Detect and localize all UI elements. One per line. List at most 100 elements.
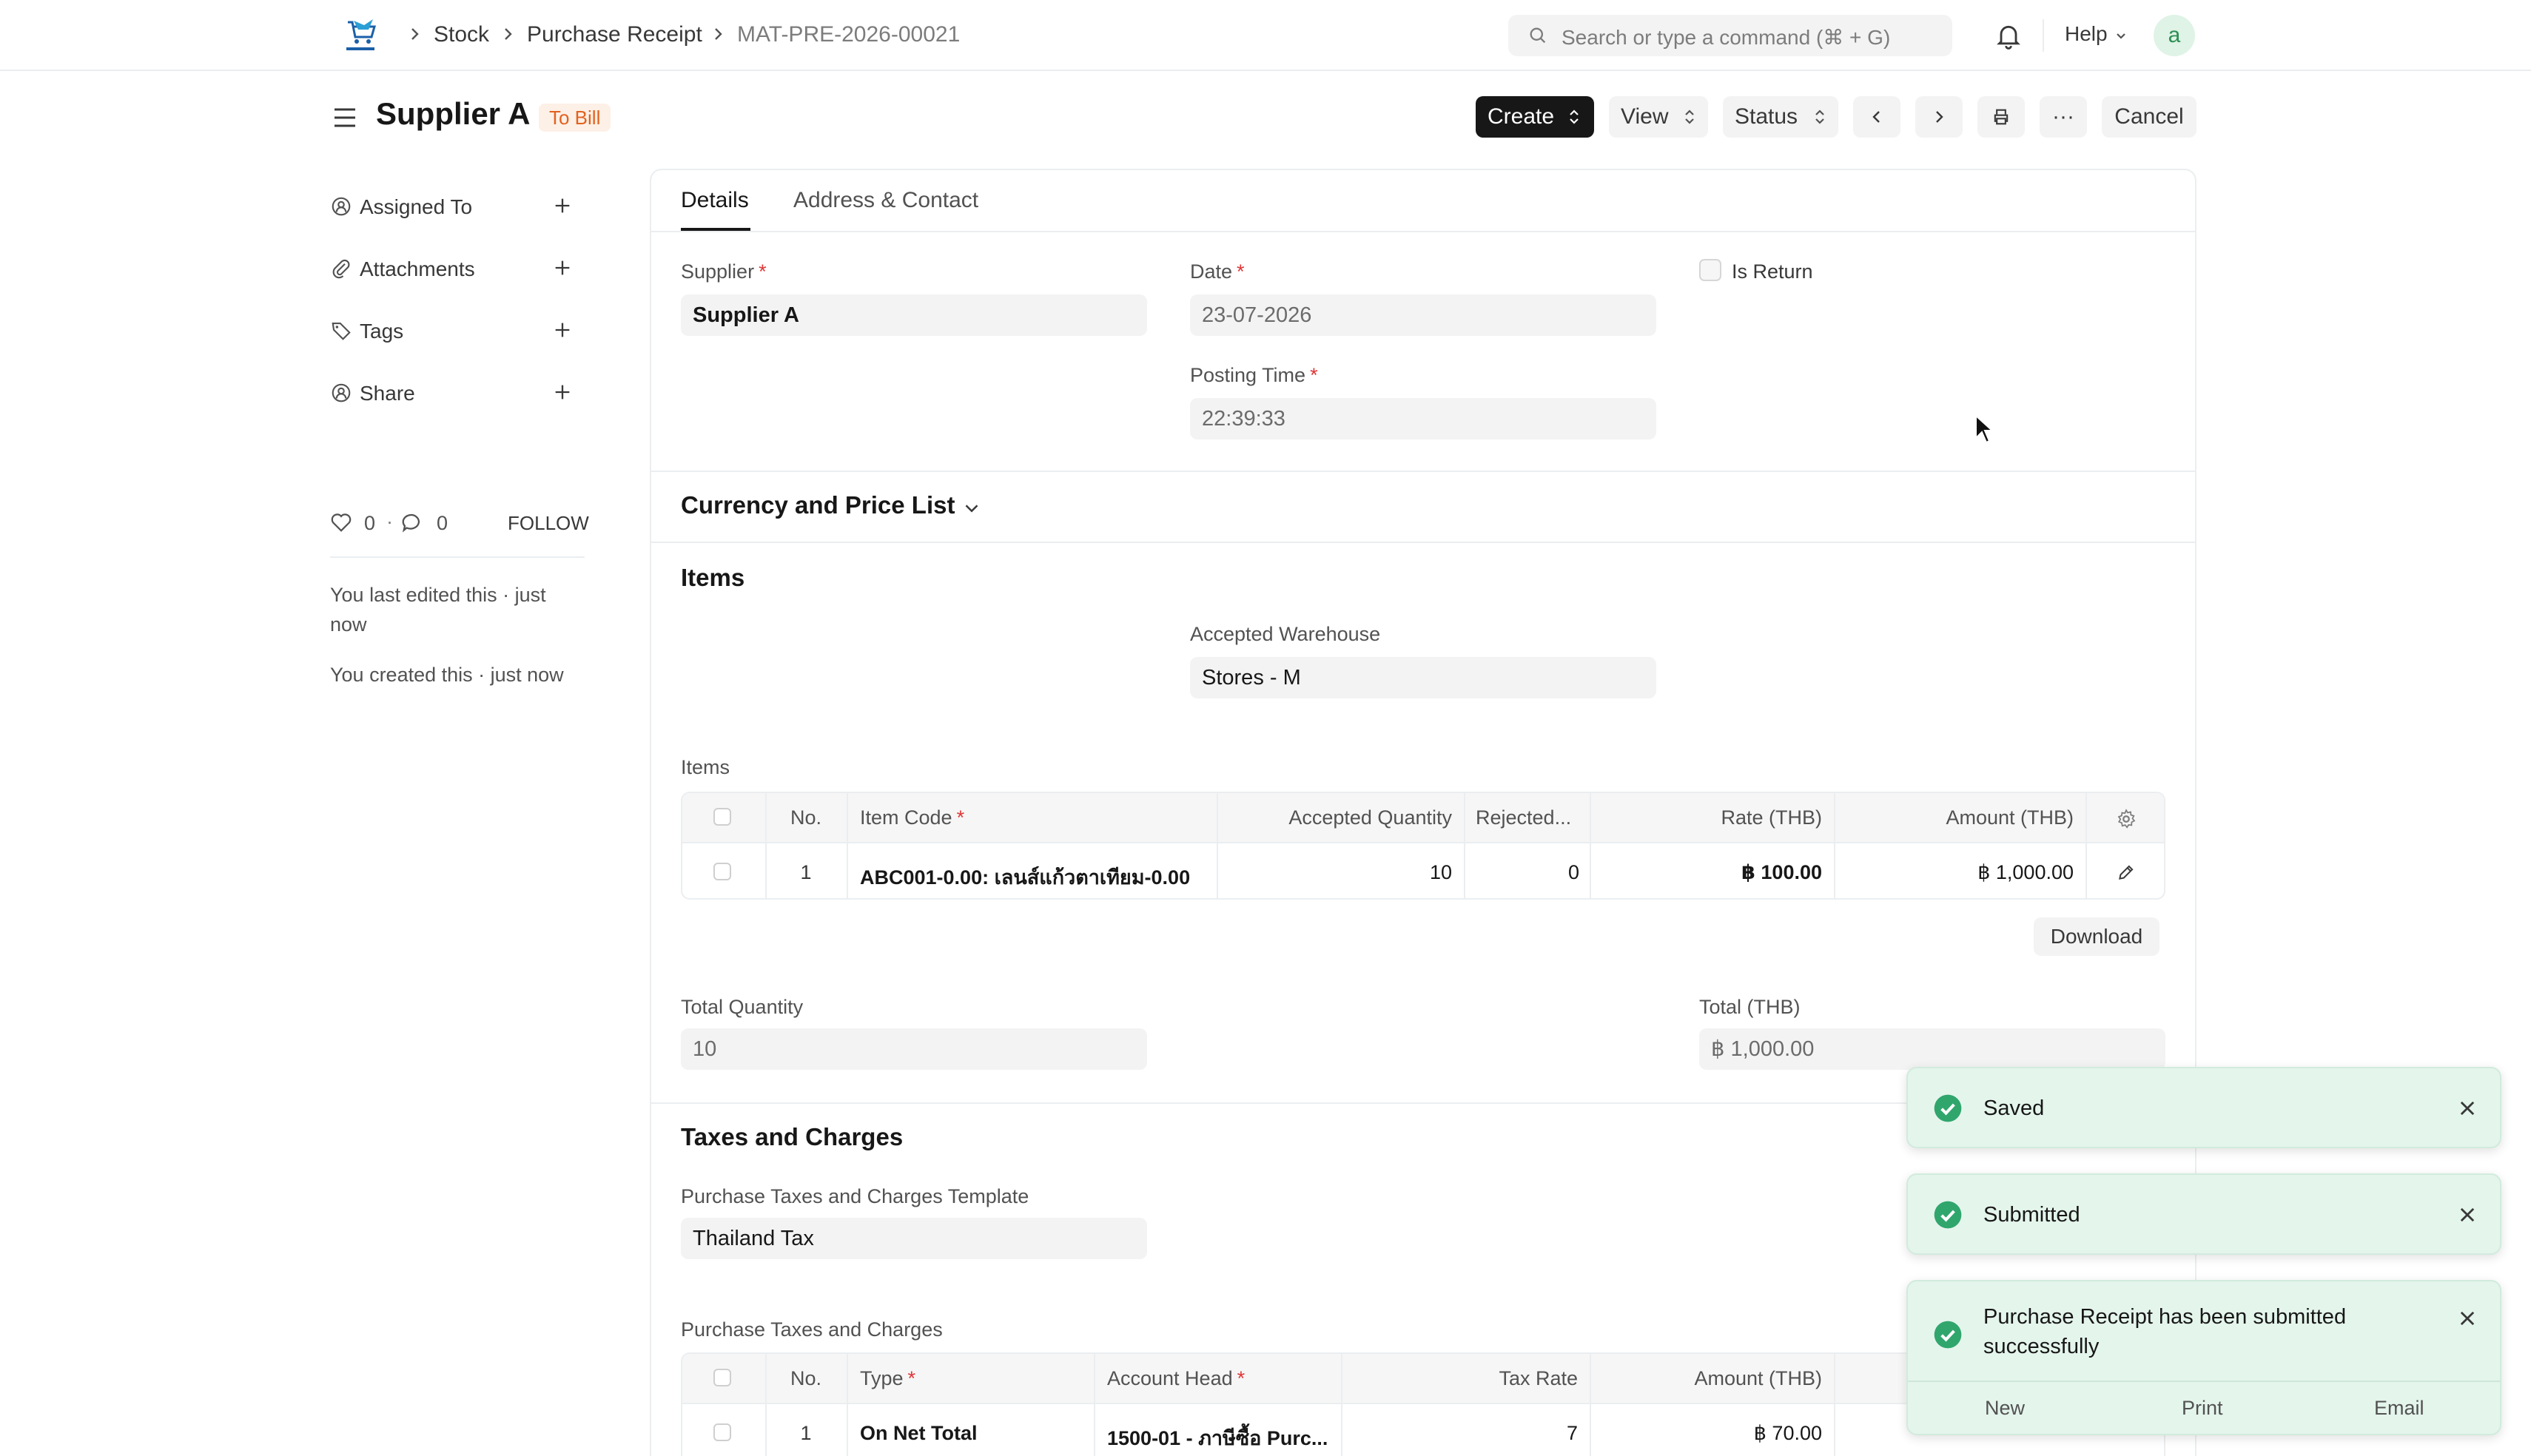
sidebar-item-label: Tags xyxy=(360,320,404,343)
sidebar-item-assigned-to[interactable]: Assigned To xyxy=(330,192,574,222)
row-rejected[interactable]: 0 xyxy=(1476,861,1579,884)
col-header-no: No. xyxy=(790,1367,822,1389)
add-assignee-icon[interactable] xyxy=(552,195,573,216)
supplier-label: Supplier * xyxy=(681,260,767,283)
row-checkbox[interactable] xyxy=(713,1423,731,1441)
avatar-letter: a xyxy=(2168,23,2181,47)
close-icon[interactable] xyxy=(2457,1098,2478,1119)
create-button[interactable]: Create xyxy=(1476,96,1594,138)
download-label: Download xyxy=(2050,925,2143,948)
notifications-button[interactable] xyxy=(1994,21,2023,50)
add-tag-icon[interactable] xyxy=(552,320,573,340)
chevron-right-icon xyxy=(1936,111,1943,123)
check-circle-icon xyxy=(1934,1201,1962,1229)
check-circle-icon xyxy=(1934,1321,1962,1349)
search-icon xyxy=(1530,27,1546,44)
status-label: Status xyxy=(1735,104,1798,129)
view-button[interactable]: View xyxy=(1609,96,1708,138)
close-icon[interactable] xyxy=(2457,1308,2478,1329)
row-accepted-qty[interactable]: 10 xyxy=(1223,861,1452,884)
row-item-code[interactable]: ABC001-0.00: เลนส์แก้วตาเทียม-0.00 xyxy=(860,861,1208,893)
breadcrumb-stock[interactable]: Stock xyxy=(434,22,489,47)
chevron-right-icon xyxy=(715,28,722,40)
is-return-checkbox[interactable] xyxy=(1699,259,1721,281)
tag-icon xyxy=(332,322,351,340)
col-header-rejected: Rejected... xyxy=(1476,806,1572,829)
toast-action-email[interactable]: Email xyxy=(2374,1397,2424,1420)
last-edited-note-cont: now xyxy=(330,613,367,636)
row-checkbox[interactable] xyxy=(713,863,731,880)
comment-count: 0 xyxy=(437,512,448,534)
app-logo[interactable] xyxy=(342,16,379,55)
like-button[interactable]: 0 xyxy=(330,509,382,536)
heart-icon xyxy=(331,513,352,532)
chevron-right-icon xyxy=(505,28,512,40)
status-button[interactable]: Status xyxy=(1723,96,1838,138)
toast-message: Saved xyxy=(1983,1096,2045,1120)
sidebar-item-share[interactable]: Share xyxy=(330,379,574,408)
is-return-label: Is Return xyxy=(1732,260,1813,283)
close-icon[interactable] xyxy=(2457,1204,2478,1225)
toast-action-print[interactable]: Print xyxy=(2182,1397,2223,1420)
avatar[interactable]: a xyxy=(2154,15,2195,56)
col-header-rate: Rate (THB) xyxy=(1721,806,1822,829)
col-header-account-head: Account Head * xyxy=(1107,1367,1246,1389)
follow-button[interactable]: FOLLOW xyxy=(508,512,589,535)
edit-row-icon[interactable] xyxy=(2117,863,2136,882)
help-dropdown[interactable]: Help xyxy=(2065,22,2125,52)
supplier-field[interactable]: Supplier A xyxy=(681,294,1147,336)
comment-button[interactable]: 0 xyxy=(401,509,453,536)
comment-icon xyxy=(402,513,420,533)
row-type[interactable]: On Net Total xyxy=(860,1422,1082,1445)
search-input[interactable]: Search or type a command (⌘ + G) xyxy=(1508,15,1952,56)
tab-details[interactable]: Details xyxy=(681,188,749,213)
taxes-section-title: Taxes and Charges xyxy=(681,1123,904,1150)
next-document-button[interactable] xyxy=(1915,96,1963,138)
items-table-label: Items xyxy=(681,756,730,778)
toast-message-line2: successfully xyxy=(1983,1335,2100,1358)
sidebar-item-attachments[interactable]: Attachments xyxy=(330,255,574,284)
row-no: 1 xyxy=(800,861,812,883)
sidebar-toggle[interactable] xyxy=(330,105,360,130)
download-button[interactable]: Download xyxy=(2034,917,2159,956)
check-circle-icon xyxy=(1934,1094,1962,1122)
row-amount: ฿ 1,000.00 xyxy=(1977,861,2074,883)
sidebar-item-label: Share xyxy=(360,382,415,405)
col-header-type: Type * xyxy=(860,1367,916,1389)
tax-template-field[interactable]: Thailand Tax xyxy=(681,1218,1147,1259)
row-tax-rate[interactable]: 7 xyxy=(1348,1422,1578,1445)
cancel-button[interactable]: Cancel xyxy=(2102,96,2196,138)
row-amount: ฿ 70.00 xyxy=(1753,1422,1822,1444)
toast-action-new[interactable]: New xyxy=(1985,1397,2025,1420)
chevron-left-icon xyxy=(1872,111,1880,123)
tax-template-label: Purchase Taxes and Charges Template xyxy=(681,1185,1029,1207)
breadcrumb-document-id[interactable]: MAT-PRE-2026-00021 xyxy=(737,22,960,47)
posting-time-label: Posting Time * xyxy=(1190,364,1318,386)
add-attachment-icon[interactable] xyxy=(552,257,573,278)
tab-address-contact[interactable]: Address & Contact xyxy=(793,188,978,213)
col-header-tax-rate: Tax Rate xyxy=(1499,1367,1578,1389)
printer-icon xyxy=(1994,109,2009,125)
toast-message-line1: Purchase Receipt has been submitted xyxy=(1983,1305,2347,1329)
select-all-checkbox[interactable] xyxy=(713,1369,731,1386)
more-actions-button[interactable]: ··· xyxy=(2040,96,2087,138)
col-header-no: No. xyxy=(790,806,822,829)
breadcrumb-purchase-receipt[interactable]: Purchase Receipt xyxy=(527,22,702,47)
add-share-icon[interactable] xyxy=(552,382,573,402)
currency-section-toggle[interactable]: Currency and Price List xyxy=(681,491,992,524)
sidebar-item-tags[interactable]: Tags xyxy=(330,317,574,346)
select-all-checkbox[interactable] xyxy=(713,808,731,826)
row-account-head[interactable]: 1500-01 - ภาษีซื้อ Purc... xyxy=(1107,1422,1334,1454)
total-label: Total (THB) xyxy=(1699,996,1801,1018)
mouse-cursor-icon xyxy=(1975,414,1994,444)
updown-icon xyxy=(1815,109,1824,124)
taxes-table-label: Purchase Taxes and Charges xyxy=(681,1318,943,1341)
posting-time-field[interactable]: 22:39:33 xyxy=(1190,398,1656,439)
warehouse-field[interactable]: Stores - M xyxy=(1190,657,1656,698)
sidebar-divider xyxy=(330,556,585,558)
print-button[interactable] xyxy=(1977,96,2025,138)
previous-document-button[interactable] xyxy=(1853,96,1900,138)
date-field[interactable]: 23-07-2026 xyxy=(1190,294,1656,336)
row-rate[interactable]: ฿ 100.00 xyxy=(1596,861,1822,884)
gear-icon[interactable] xyxy=(2115,808,2137,830)
